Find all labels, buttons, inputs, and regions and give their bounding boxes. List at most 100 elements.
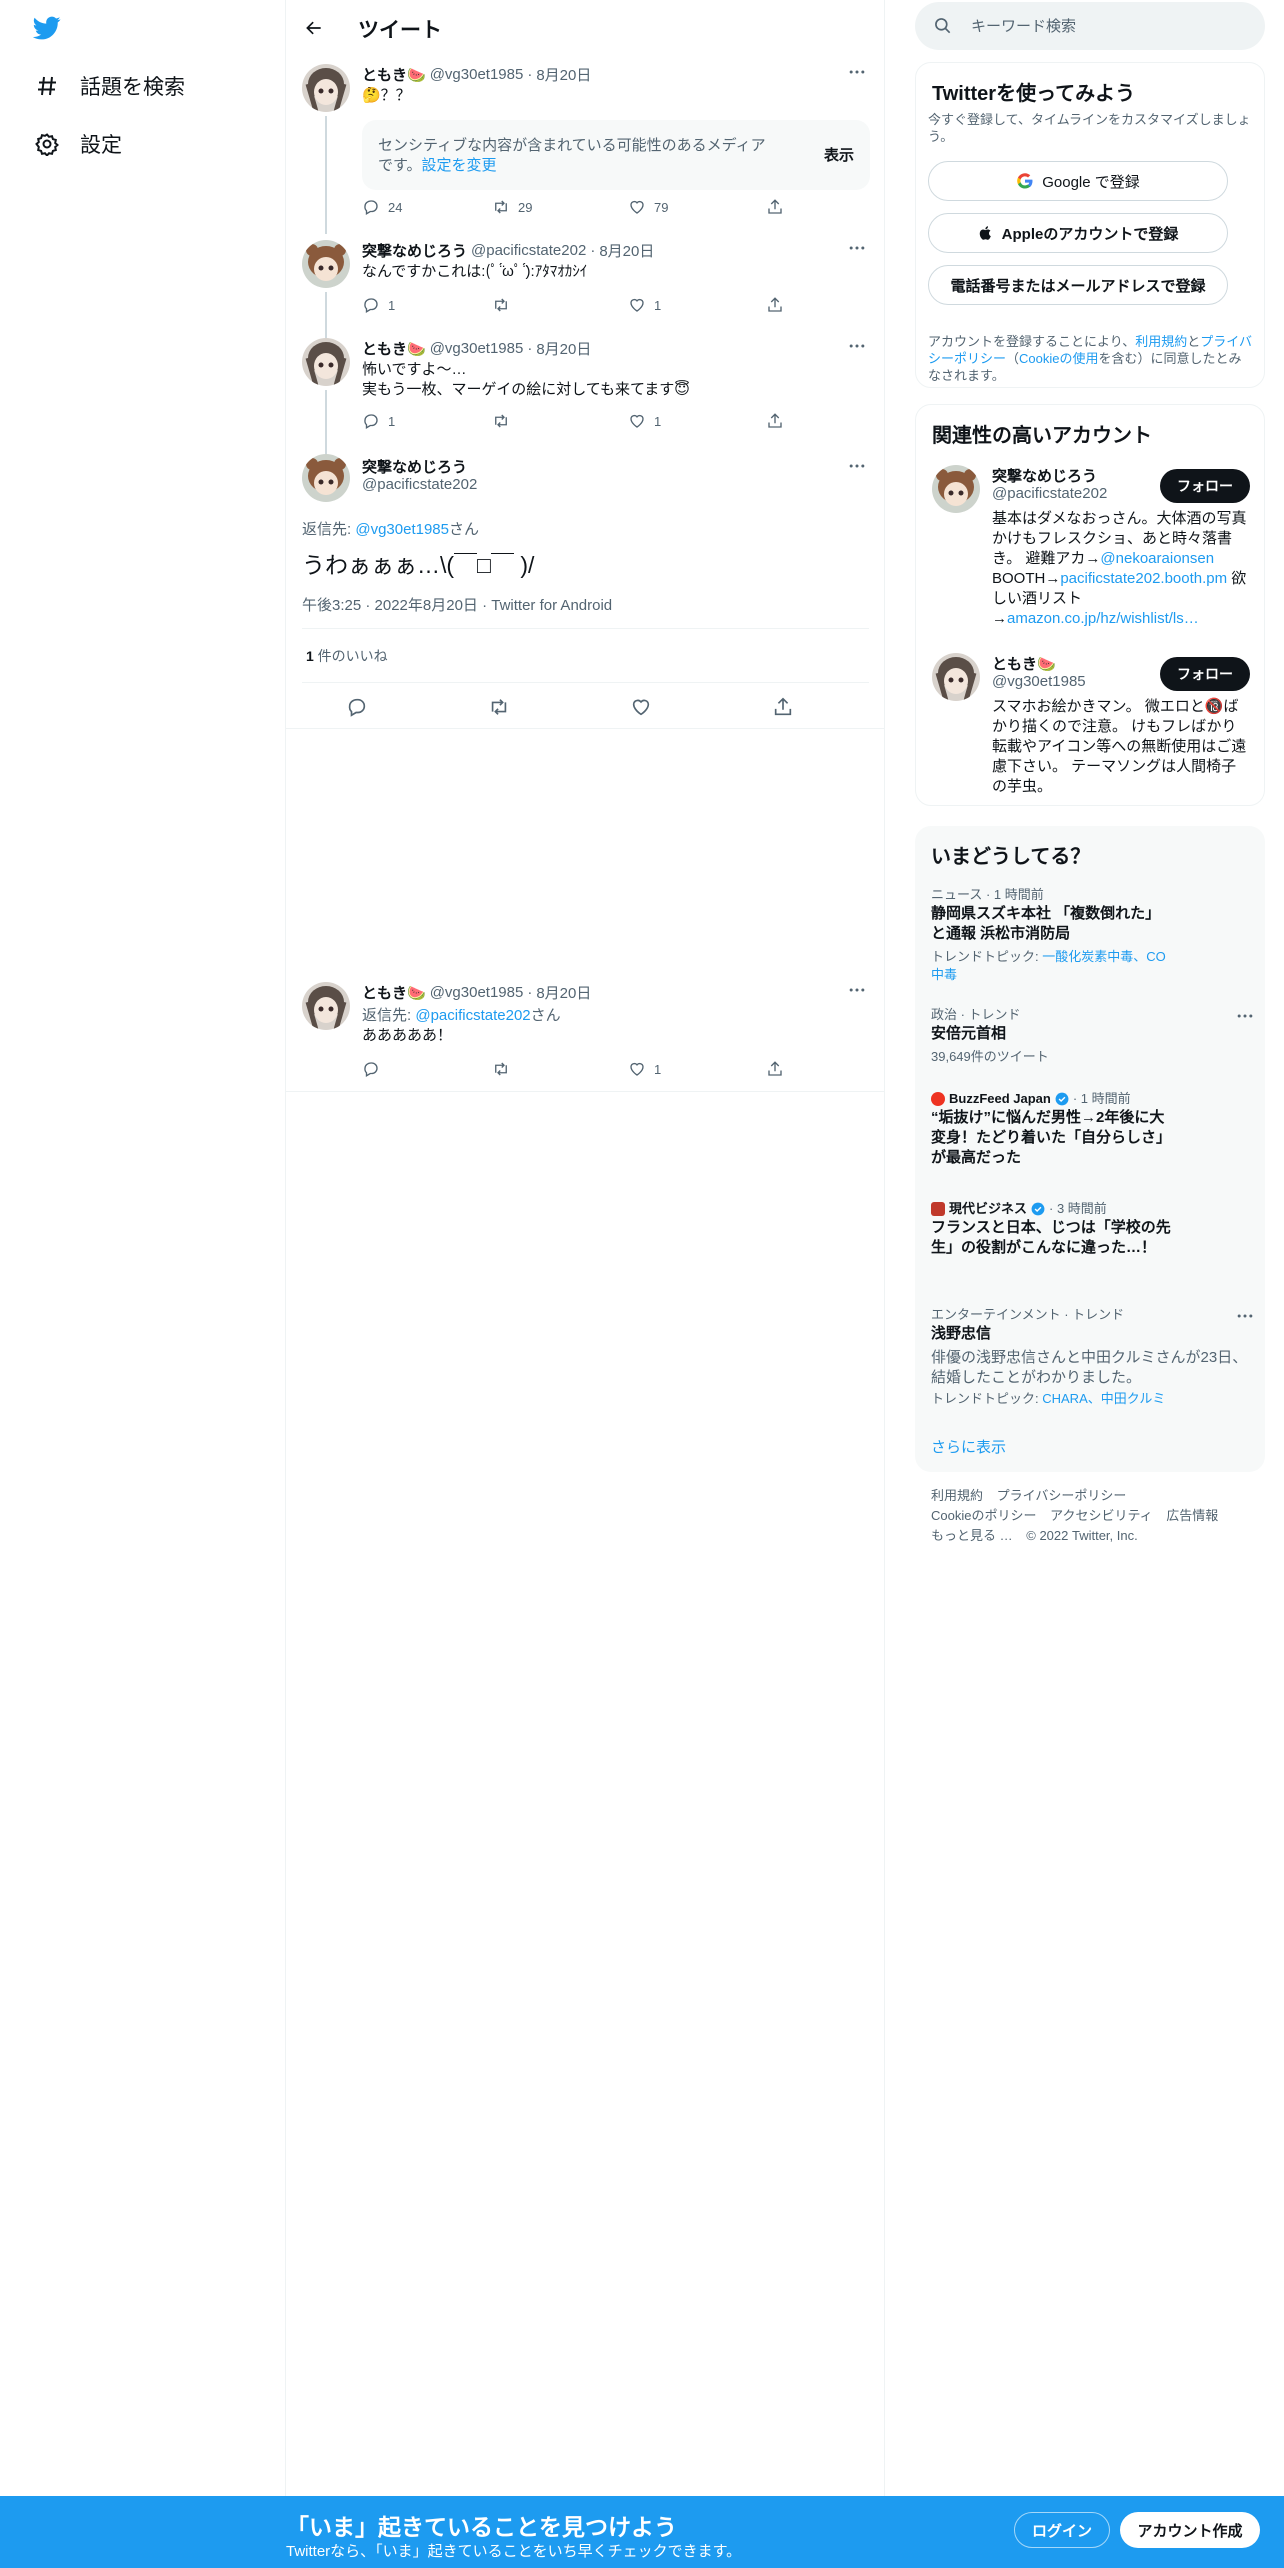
login-button[interactable]: ログイン (1014, 2512, 1110, 2548)
bio-link[interactable]: amazon.co.jp/hz/wishlist/ls… (1007, 610, 1199, 627)
share-button[interactable] (766, 196, 784, 218)
share-button[interactable] (766, 294, 784, 316)
more-icon[interactable] (1235, 1306, 1255, 1331)
account-name[interactable]: 突撃なめじろう (992, 465, 1097, 486)
retweet-button[interactable] (492, 410, 510, 432)
search-input[interactable] (971, 14, 1241, 38)
footer-privacy-link[interactable]: プライバシーポリシー (997, 1488, 1127, 1503)
avatar[interactable] (302, 240, 350, 288)
author-handle[interactable]: @vg30et1985 (430, 984, 524, 1001)
author-name[interactable]: ともき🍉 (362, 982, 426, 1003)
thread-tweet[interactable]: ともき🍉 @vg30et1985 · 8月20日 怖いですよ〜… 実もう一枚、マ… (286, 338, 885, 456)
author-handle[interactable]: @pacificstate202 (362, 476, 477, 493)
retweet-button[interactable] (488, 696, 510, 723)
phone-signup-button[interactable]: 電話番号またはメールアドレスで登録 (928, 265, 1228, 305)
follow-button[interactable]: フォロー (1160, 469, 1250, 503)
tweet-date[interactable]: 8月20日 (599, 240, 654, 261)
twitter-logo-icon[interactable] (30, 14, 64, 42)
like-count: 1 (654, 297, 662, 313)
search-icon (935, 18, 951, 34)
apple-signup-button[interactable]: Appleのアカウントで登録 (928, 213, 1228, 253)
search-box[interactable] (915, 2, 1265, 50)
follow-button[interactable]: フォロー (1160, 657, 1250, 691)
retweet-button[interactable]: 29 (492, 196, 532, 218)
reply-button[interactable]: 24 (362, 196, 402, 218)
author-name[interactable]: 突撃なめじろう (362, 240, 467, 261)
bio-link[interactable]: pacificstate202.booth.pm (1060, 570, 1227, 587)
reply-button[interactable] (346, 696, 368, 723)
avatar[interactable] (302, 338, 350, 386)
retweet-button[interactable] (492, 1058, 510, 1080)
nav-settings[interactable]: 設定 (34, 122, 122, 166)
google-signup-button[interactable]: Google で登録 (928, 161, 1228, 201)
nav-explore[interactable]: 話題を検索 (34, 64, 185, 108)
tweet-date[interactable]: 8月20日 (536, 338, 591, 359)
reply-button[interactable]: 1 (362, 294, 395, 316)
back-arrow-icon[interactable] (296, 10, 332, 46)
tweet-meta[interactable]: 午後3:25 · 2022年8月20日 · Twitter for Androi… (302, 594, 612, 615)
show-media-button[interactable]: 表示 (824, 144, 854, 165)
share-button[interactable] (772, 696, 794, 723)
like-button[interactable]: 1 (628, 1058, 661, 1080)
likes-summary[interactable]: 1 件のいいね (306, 646, 388, 666)
change-settings-link[interactable]: 設定を変更 (422, 157, 497, 174)
footer-accessibility-link[interactable]: アクセシビリティ (1050, 1508, 1153, 1523)
more-icon[interactable] (845, 60, 869, 84)
avatar[interactable] (302, 64, 350, 112)
avatar[interactable] (302, 454, 350, 502)
author-name[interactable]: ともき🍉 (362, 64, 426, 85)
reply-to-link[interactable]: @pacificstate202 (415, 1007, 530, 1024)
retweet-button[interactable] (492, 294, 510, 316)
bottom-signup-bar: 「いま」起きていることを見つけよう Twitterなら、「いま」起きていることを… (0, 2496, 1284, 2568)
news-item[interactable]: 現代ビジネス · 3 時間前 フランスと日本、じつは「学校の先生」の役割がこんな… (931, 1200, 1251, 1258)
reply-tweet[interactable]: ともき🍉 @vg30et1985 · 8月20日 返信先: @pacificst… (286, 982, 885, 1092)
account-handle[interactable]: @vg30et1985 (992, 673, 1086, 690)
news-title: “垢抜け”に悩んだ男性→2年後に大変身！たどり着いた「自分らしさ」が最高だった (931, 1109, 1172, 1166)
thread-tweet[interactable]: ともき🍉 @vg30et1985 · 8月20日 🤔？？ センシティブな内容が含… (286, 64, 885, 234)
signup-button[interactable]: アカウント作成 (1120, 2512, 1260, 2548)
terms-link[interactable]: 利用規約 (1135, 334, 1187, 349)
author-handle[interactable]: @pacificstate202 (471, 242, 586, 259)
footer-more-link[interactable]: もっと見る … (931, 1528, 1013, 1543)
author-handle[interactable]: @vg30et1985 (430, 66, 524, 83)
trend-item[interactable]: ニュース · 1 時間前 静岡県スズキ本社 「複数倒れた」と通報 浜松市消防局 … (931, 886, 1251, 984)
more-icon[interactable] (845, 334, 869, 358)
more-icon[interactable] (845, 978, 869, 1002)
more-icon[interactable] (845, 236, 869, 260)
bio-link[interactable]: @nekoaraionsen (1100, 550, 1214, 567)
share-button[interactable] (766, 410, 784, 432)
related-account[interactable]: ともき🍉 @vg30et1985 フォロー スマホお絵かきマン。 微エロと🔞ばか… (932, 653, 1252, 795)
like-button[interactable]: 79 (628, 196, 668, 218)
footer-ads-link[interactable]: 広告情報 (1166, 1508, 1218, 1523)
account-handle[interactable]: @pacificstate202 (992, 485, 1107, 502)
like-button[interactable]: 1 (628, 294, 661, 316)
avatar[interactable] (932, 653, 980, 701)
avatar[interactable] (932, 465, 980, 513)
reply-button[interactable] (362, 1058, 380, 1080)
trend-item[interactable]: 政治 · トレンド 安倍元首相 39,649件のツイート (931, 1006, 1253, 1066)
reply-button[interactable]: 1 (362, 410, 395, 432)
trend-item[interactable]: エンターテインメント · トレンド 浅野忠信 俳優の浅野忠信さんと中田クルミさん… (931, 1306, 1253, 1408)
reply-to-link[interactable]: @vg30et1985 (355, 521, 449, 538)
avatar[interactable] (302, 982, 350, 1030)
share-icon (768, 1061, 782, 1076)
thread-tweet[interactable]: 突撃なめじろう @pacificstate202 · 8月20日 なんですかこれ… (286, 240, 885, 342)
tweet-date[interactable]: 8月20日 (536, 64, 591, 85)
cookie-link[interactable]: Cookieの使用 (1019, 351, 1098, 366)
news-item[interactable]: BuzzFeed Japan · 1 時間前 “垢抜け”に悩んだ男性→2年後に大… (931, 1090, 1251, 1168)
share-button[interactable] (766, 1058, 784, 1080)
author-name[interactable]: 突撃なめじろう (362, 456, 467, 477)
tweet-date[interactable]: 8月20日 (536, 982, 591, 1003)
show-more-link[interactable]: さらに表示 (931, 1436, 1006, 1457)
related-account[interactable]: 突撃なめじろう @pacificstate202 フォロー 基本はダメなおっさん… (932, 465, 1252, 635)
like-button[interactable]: 1 (628, 410, 661, 432)
author-name[interactable]: ともき🍉 (362, 338, 426, 359)
more-icon[interactable] (1235, 1006, 1255, 1031)
account-name[interactable]: ともき🍉 (992, 653, 1056, 674)
like-button[interactable] (630, 696, 652, 723)
footer-terms-link[interactable]: 利用規約 (931, 1488, 983, 1503)
author-handle[interactable]: @vg30et1985 (430, 340, 524, 357)
trend-topic-link[interactable]: CHARA、中田クルミ (1042, 1391, 1165, 1406)
footer-cookie-link[interactable]: Cookieのポリシー (931, 1508, 1036, 1523)
more-icon[interactable] (845, 454, 869, 478)
